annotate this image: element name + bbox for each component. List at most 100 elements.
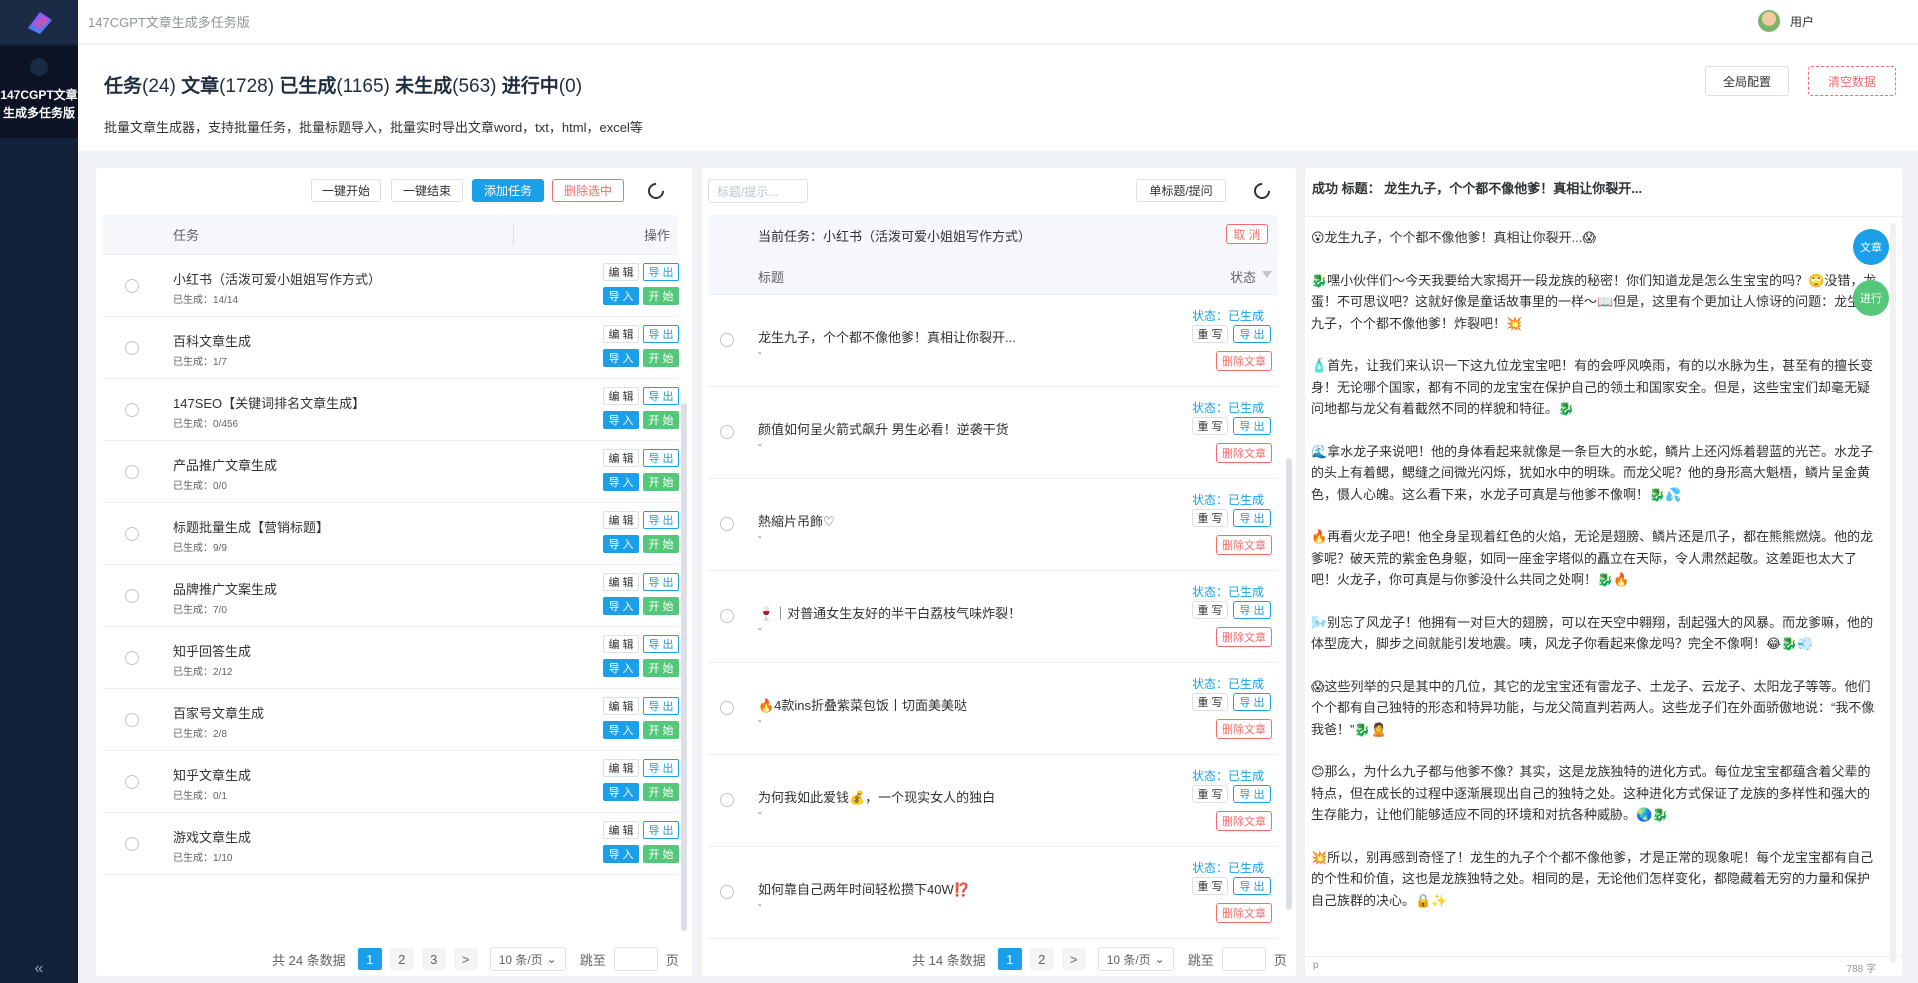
jump-input[interactable]: [1221, 947, 1266, 971]
article-title[interactable]: 熱縮片吊飾♡: [758, 511, 835, 530]
delete-article-button[interactable]: 删除文章: [1216, 535, 1272, 555]
start-button[interactable]: 开 始: [643, 349, 679, 367]
delete-article-button[interactable]: 删除文章: [1216, 627, 1272, 647]
article-editor[interactable]: 😮龙生九子，个个都不像他爹！真相让你裂开...😱 🐉嘿小伙伴们～今天我要给大家揭开…: [1305, 216, 1902, 976]
article-title[interactable]: 如何靠自己两年时间轻松攒下40W⁉️: [758, 879, 970, 898]
page-1[interactable]: 1: [357, 948, 382, 970]
start-button[interactable]: 开 始: [643, 597, 679, 615]
start-button[interactable]: 开 始: [643, 783, 679, 801]
next-page-icon[interactable]: >: [1061, 948, 1086, 970]
table-row[interactable]: 如何靠自己两年时间轻松攒下40W⁉️ - 状态：已生成 重 写 导 出 删除文章: [708, 847, 1278, 939]
table-row[interactable]: 百家号文章生成 已生成：2/8 编 辑 导 出 导 入 开 始: [103, 689, 679, 751]
edit-button[interactable]: 编 辑: [603, 325, 639, 343]
single-title-button[interactable]: 单标题/提问: [1136, 179, 1226, 202]
rewrite-button[interactable]: 重 写: [1192, 325, 1228, 343]
editor-scrollbar[interactable]: [1890, 223, 1896, 963]
next-page-icon[interactable]: >: [453, 948, 478, 970]
table-row[interactable]: 知乎文章生成 已生成：0/1 编 辑 导 出 导 入 开 始: [103, 751, 679, 813]
jump-input[interactable]: [613, 947, 658, 971]
import-button[interactable]: 导 入: [603, 411, 639, 429]
add-task-button[interactable]: 添加任务: [472, 179, 544, 202]
row-radio[interactable]: [125, 465, 139, 479]
import-button[interactable]: 导 入: [603, 845, 639, 863]
import-button[interactable]: 导 入: [603, 535, 639, 553]
clear-data-button[interactable]: 清空数据: [1808, 66, 1896, 96]
table-row[interactable]: 标题批量生成【营销标题】 已生成：9/9 编 辑 导 出 导 入 开 始: [103, 503, 679, 565]
page-3[interactable]: 3: [421, 948, 446, 970]
delete-article-button[interactable]: 删除文章: [1216, 903, 1272, 923]
table-row[interactable]: 游戏文章生成 已生成：1/10 编 辑 导 出 导 入 开 始: [103, 813, 679, 875]
import-button[interactable]: 导 入: [603, 287, 639, 305]
row-radio[interactable]: [125, 341, 139, 355]
row-radio[interactable]: [125, 589, 139, 603]
global-config-button[interactable]: 全局配置: [1705, 66, 1789, 96]
export-button[interactable]: 导 出: [1233, 785, 1271, 803]
page-2[interactable]: 2: [1029, 948, 1054, 970]
article-content[interactable]: 😮龙生九子，个个都不像他爹！真相让你裂开...😱 🐉嘿小伙伴们～今天我要给大家揭开…: [1311, 227, 1881, 932]
edit-button[interactable]: 编 辑: [603, 759, 639, 777]
row-radio[interactable]: [125, 713, 139, 727]
export-button[interactable]: 导 出: [643, 325, 679, 343]
row-radio[interactable]: [125, 279, 139, 293]
edit-button[interactable]: 编 辑: [603, 635, 639, 653]
edit-button[interactable]: 编 辑: [603, 697, 639, 715]
page-size-select[interactable]: 10 条/页 ⌄: [1097, 947, 1174, 971]
export-button[interactable]: 导 出: [643, 387, 679, 405]
article-title[interactable]: 🍷｜对普通女生友好的半干白荔枝气味炸裂！: [758, 603, 1021, 622]
export-button[interactable]: 导 出: [643, 573, 679, 591]
table-row[interactable]: 为何我如此爱钱💰，一个现实女人的独白 - 状态：已生成 重 写 导 出 删除文章: [708, 755, 1278, 847]
export-button[interactable]: 导 出: [1233, 325, 1271, 343]
table-row[interactable]: 百科文章生成 已生成：1/7 编 辑 导 出 导 入 开 始: [103, 317, 679, 379]
articles-scrollbar[interactable]: [1286, 458, 1292, 910]
table-row[interactable]: 品牌推广文案生成 已生成：7/0 编 辑 导 出 导 入 开 始: [103, 565, 679, 627]
table-row[interactable]: 颜值如何呈火箭式飙升 男生必看！逆袭干货 - 状态：已生成 重 写 导 出 删除…: [708, 387, 1278, 479]
tasks-scrollbar[interactable]: [681, 403, 687, 931]
page-1[interactable]: 1: [997, 948, 1022, 970]
table-row[interactable]: 产品推广文章生成 已生成：0/0 编 辑 导 出 导 入 开 始: [103, 441, 679, 503]
row-radio[interactable]: [125, 403, 139, 417]
running-float-button[interactable]: 进行: [1853, 280, 1889, 316]
import-button[interactable]: 导 入: [603, 783, 639, 801]
start-button[interactable]: 开 始: [643, 287, 679, 305]
row-radio[interactable]: [720, 517, 734, 531]
export-button[interactable]: 导 出: [1233, 693, 1271, 711]
row-radio[interactable]: [720, 701, 734, 715]
start-button[interactable]: 开 始: [643, 659, 679, 677]
edit-button[interactable]: 编 辑: [603, 821, 639, 839]
export-button[interactable]: 导 出: [643, 697, 679, 715]
export-button[interactable]: 导 出: [643, 635, 679, 653]
import-button[interactable]: 导 入: [603, 597, 639, 615]
filter-icon[interactable]: [1262, 271, 1272, 278]
row-radio[interactable]: [125, 651, 139, 665]
cancel-button[interactable]: 取 消: [1226, 224, 1268, 244]
start-button[interactable]: 开 始: [643, 535, 679, 553]
user-menu[interactable]: 用户: [1757, 10, 1814, 32]
import-button[interactable]: 导 入: [603, 721, 639, 739]
edit-button[interactable]: 编 辑: [603, 511, 639, 529]
export-button[interactable]: 导 出: [643, 511, 679, 529]
export-button[interactable]: 导 出: [643, 449, 679, 467]
rewrite-button[interactable]: 重 写: [1192, 509, 1228, 527]
row-radio[interactable]: [720, 609, 734, 623]
row-radio[interactable]: [720, 333, 734, 347]
start-button[interactable]: 开 始: [643, 845, 679, 863]
table-row[interactable]: 🍷｜对普通女生友好的半干白荔枝气味炸裂！ - 状态：已生成 重 写 导 出 删除…: [708, 571, 1278, 663]
start-all-button[interactable]: 一键开始: [311, 179, 381, 202]
row-radio[interactable]: [125, 775, 139, 789]
table-row[interactable]: 熱縮片吊飾♡ - 状态：已生成 重 写 导 出 删除文章: [708, 479, 1278, 571]
import-button[interactable]: 导 入: [603, 473, 639, 491]
delete-selected-button[interactable]: 删除选中: [552, 179, 624, 202]
edit-button[interactable]: 编 辑: [603, 573, 639, 591]
refresh-icon[interactable]: [1250, 179, 1274, 203]
article-title[interactable]: 龙生九子，个个都不像他爹！真相让你裂开...: [758, 327, 1016, 346]
page-2[interactable]: 2: [389, 948, 414, 970]
table-row[interactable]: 🔥4款ins折叠紫菜包饭丨切面美美哒 - 状态：已生成 重 写 导 出 删除文章: [708, 663, 1278, 755]
stop-all-button[interactable]: 一键结束: [391, 179, 463, 202]
export-button[interactable]: 导 出: [643, 821, 679, 839]
start-button[interactable]: 开 始: [643, 473, 679, 491]
collapse-icon[interactable]: «: [0, 955, 78, 983]
delete-article-button[interactable]: 删除文章: [1216, 351, 1272, 371]
import-button[interactable]: 导 入: [603, 659, 639, 677]
article-title[interactable]: 颜值如何呈火箭式飙升 男生必看！逆袭干货: [758, 419, 1009, 438]
row-radio[interactable]: [125, 527, 139, 541]
